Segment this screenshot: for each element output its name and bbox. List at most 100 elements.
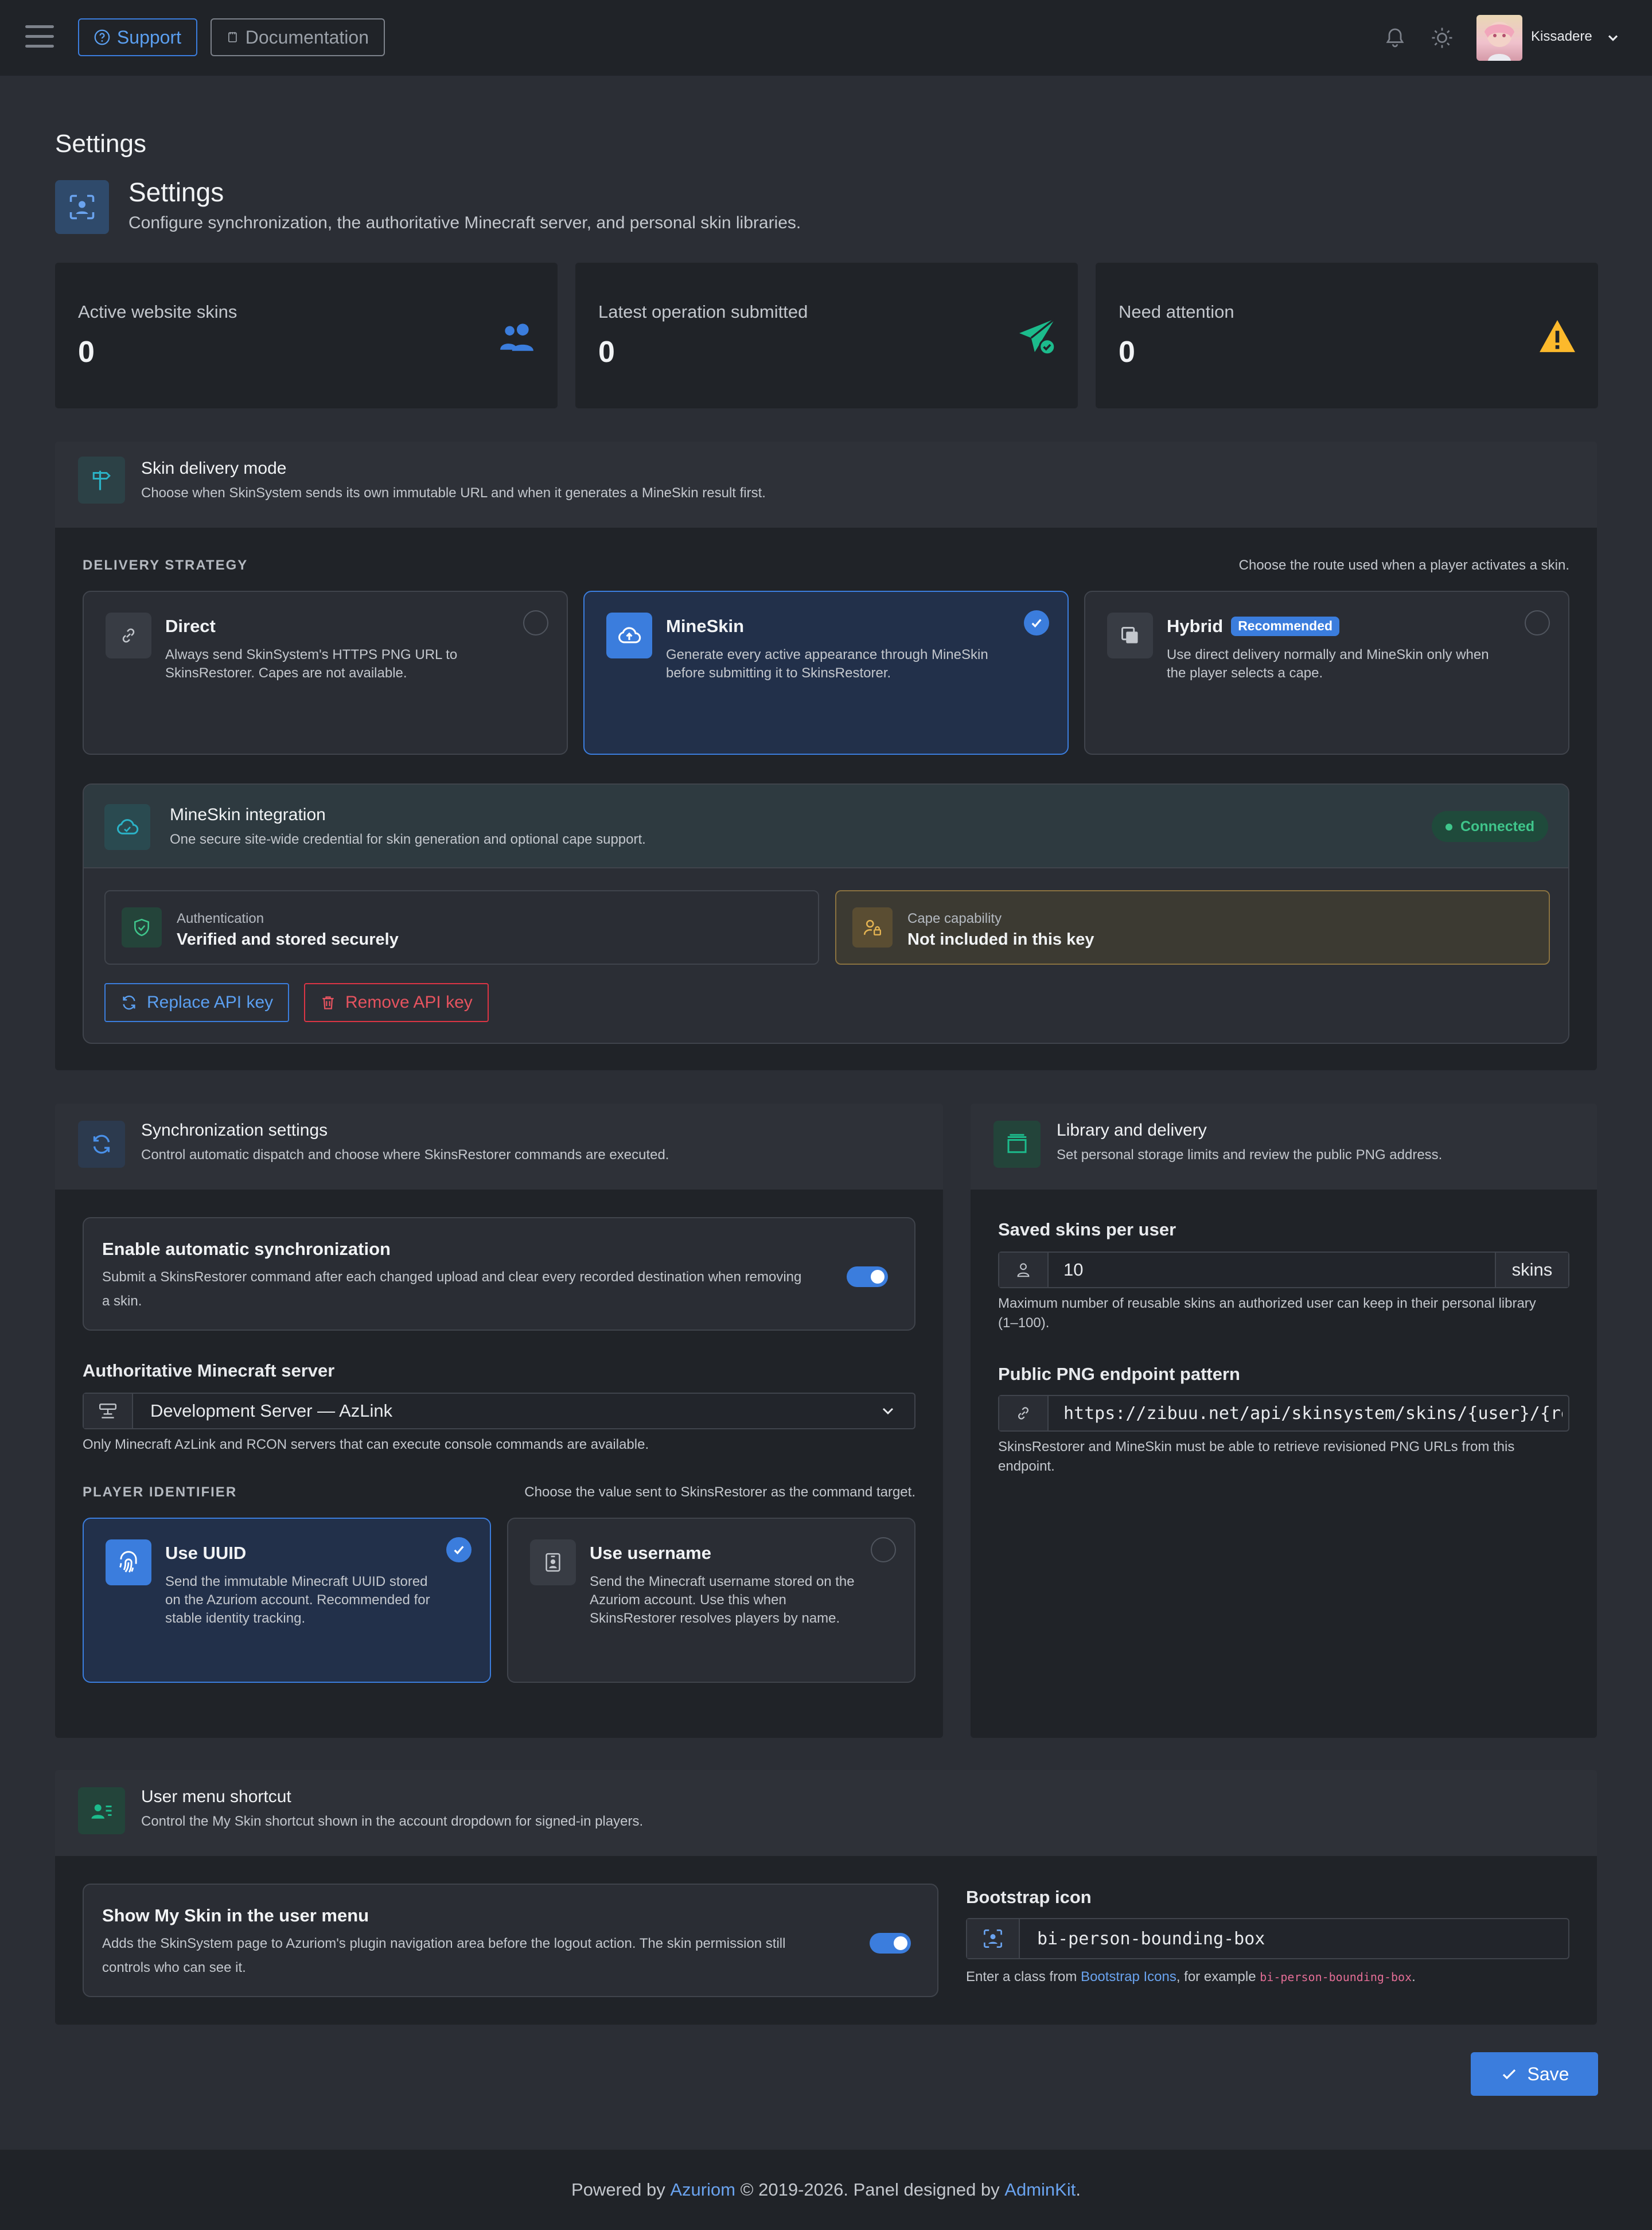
auto-sync-card: Enable automatic synchronization Submit … (83, 1217, 915, 1331)
show-my-skin-card: Show My Skin in the user menu Adds the S… (83, 1884, 938, 1997)
people-icon (500, 323, 533, 351)
check-icon (454, 1546, 464, 1555)
avatar[interactable] (1476, 15, 1522, 61)
documentation-button[interactable]: Documentation (211, 18, 385, 56)
option-radio[interactable] (1525, 610, 1550, 636)
identifier-hint: Choose the value sent to SkinsRestorer a… (524, 1484, 915, 1500)
option-title: Direct (165, 616, 216, 636)
saved-skins-label: Saved skins per user (998, 1219, 1176, 1239)
show-my-skin-toggle[interactable] (870, 1933, 911, 1954)
person-icon (999, 1253, 1049, 1287)
username[interactable]: Kissadere (1531, 29, 1592, 45)
identifier-option-username[interactable]: Use username Send the Minecraft username… (507, 1518, 915, 1683)
server-label: Authoritative Minecraft server (83, 1360, 335, 1381)
delivery-title: Skin delivery mode (141, 459, 287, 478)
check-icon (1031, 619, 1042, 628)
authentication-label: Authentication (177, 911, 264, 926)
saved-skins-value[interactable]: 10 (1063, 1253, 1083, 1287)
adminkit-link[interactable]: AdminKit (1004, 2180, 1076, 2200)
option-title: Hybrid Recommended (1167, 616, 1340, 637)
chevron-down-icon[interactable] (1605, 30, 1621, 46)
top-navbar: Support Documentation Kissadere (0, 0, 1652, 76)
option-radio[interactable] (871, 1537, 896, 1562)
bell-icon[interactable] (1384, 26, 1406, 49)
authentication-value: Verified and stored securely (177, 930, 399, 949)
question-circle-icon (94, 29, 110, 45)
stat-label: Active website skins (78, 302, 237, 322)
server-help: Only Minecraft AzLink and RCON servers t… (83, 1437, 649, 1452)
bootstrap-icon-value[interactable]: bi-person-bounding-box (1037, 1919, 1265, 1958)
signpost-icon (78, 457, 125, 504)
person-lines-icon (78, 1787, 125, 1834)
mineskin-integration-panel: MineSkin integration One secure site-wid… (83, 783, 1569, 1044)
archive-icon (993, 1121, 1041, 1168)
connected-status-badge: Connected (1432, 811, 1549, 842)
show-my-skin-description: Adds the SkinSystem page to Azuriom's pl… (102, 1936, 786, 1975)
person-bounding-box-icon (55, 180, 109, 234)
identifier-label: PLAYER IDENTIFIER (83, 1484, 237, 1500)
auto-sync-toggle[interactable] (847, 1266, 888, 1287)
saved-skins-input[interactable]: 10 skins (998, 1252, 1569, 1288)
layers-icon (1107, 613, 1153, 658)
library-subtitle: Set personal storage limits and review t… (1057, 1147, 1443, 1163)
link-icon (999, 1396, 1049, 1430)
bootstrap-icon-label: Bootstrap icon (966, 1887, 1092, 1907)
endpoint-help: SkinsRestorer and MineSkin must be able … (998, 1439, 1515, 1474)
option-radio[interactable] (523, 610, 548, 636)
option-radio-checked[interactable] (446, 1537, 472, 1562)
endpoint-input[interactable]: https://zibuu.net/api/skinsystem/skins/{… (998, 1395, 1569, 1432)
sync-title: Synchronization settings (141, 1121, 328, 1140)
replace-api-key-button[interactable]: Replace API key (104, 983, 290, 1022)
refresh-icon (123, 995, 135, 1010)
strategy-option-direct[interactable]: Direct Always send SkinSystem's HTTPS PN… (83, 591, 568, 755)
endpoint-value[interactable]: https://zibuu.net/api/skinsystem/skins/{… (1063, 1396, 1563, 1430)
auto-sync-description: Submit a SkinsRestorer command after eac… (102, 1269, 802, 1309)
cloud-icon (104, 804, 150, 850)
saved-skins-help: Maximum number of reusable skins an auth… (998, 1296, 1536, 1331)
strategy-option-mineskin[interactable]: MineSkin Generate every active appearanc… (583, 591, 1069, 755)
stat-value: 0 (598, 336, 615, 369)
usermenu-subtitle: Control the My Skin shortcut shown in th… (141, 1814, 644, 1829)
stat-card-latest-operation: Latest operation submitted 0 (575, 263, 1078, 408)
azuriom-link[interactable]: Azuriom (670, 2180, 735, 2200)
cape-capability-value: Not included in this key (907, 930, 1094, 949)
stat-value: 0 (1119, 336, 1135, 369)
library-section-header: Library and delivery Set personal storag… (971, 1104, 1597, 1190)
option-title: Use UUID (165, 1543, 247, 1563)
option-description: Send the immutable Minecraft UUID stored… (165, 1574, 430, 1626)
bootstrap-icon-input[interactable]: bi-person-bounding-box (966, 1918, 1569, 1959)
sun-icon[interactable] (1431, 26, 1454, 49)
usermenu-section-header: User menu shortcut Control the My Skin s… (55, 1770, 1597, 1856)
remove-api-key-label: Remove API key (345, 993, 473, 1012)
sync-icon (78, 1121, 125, 1168)
stat-card-active-skins: Active website skins 0 (55, 263, 558, 408)
saved-skins-suffix: skins (1495, 1253, 1568, 1287)
support-button[interactable]: Support (78, 18, 197, 56)
server-select-value: Development Server — AzLink (150, 1401, 393, 1421)
remove-api-key-button[interactable]: Remove API key (304, 983, 489, 1022)
strategy-option-hybrid[interactable]: Hybrid Recommended Use direct delivery no… (1084, 591, 1569, 755)
stat-value: 0 (78, 336, 95, 369)
identifier-option-uuid[interactable]: Use UUID Send the immutable Minecraft UU… (83, 1518, 491, 1683)
person-bounding-box-icon (967, 1919, 1020, 1958)
bootstrap-icon-help: Enter a class from Bootstrap Icons, for … (966, 1969, 1416, 1985)
documentation-label: Documentation (245, 26, 369, 48)
bootstrap-icons-link[interactable]: Bootstrap Icons (1081, 1969, 1176, 1985)
save-button[interactable]: Save (1471, 2052, 1598, 2096)
person-badge-icon (530, 1539, 576, 1585)
delivery-section-header: Skin delivery mode Choose when SkinSyste… (55, 442, 1597, 528)
sidebar-toggle-icon[interactable] (25, 25, 54, 48)
option-title: MineSkin (666, 616, 745, 636)
fingerprint-icon (106, 1539, 151, 1585)
option-description: Send the Minecraft username stored on th… (590, 1574, 855, 1626)
example-code: bi-person-bounding-box (1260, 1970, 1412, 1984)
cape-capability-label: Cape capability (907, 911, 1002, 926)
recommended-badge: Recommended (1231, 617, 1340, 636)
option-radio-checked[interactable] (1024, 610, 1049, 636)
chevron-down-icon (882, 1408, 894, 1415)
server-select[interactable]: Development Server — AzLink (83, 1393, 915, 1429)
cape-capability-card: Cape capability Not included in this key (835, 890, 1550, 965)
auto-sync-title: Enable automatic synchronization (102, 1239, 391, 1259)
check-icon (1502, 2069, 1515, 2080)
replace-api-key-label: Replace API key (147, 993, 274, 1012)
